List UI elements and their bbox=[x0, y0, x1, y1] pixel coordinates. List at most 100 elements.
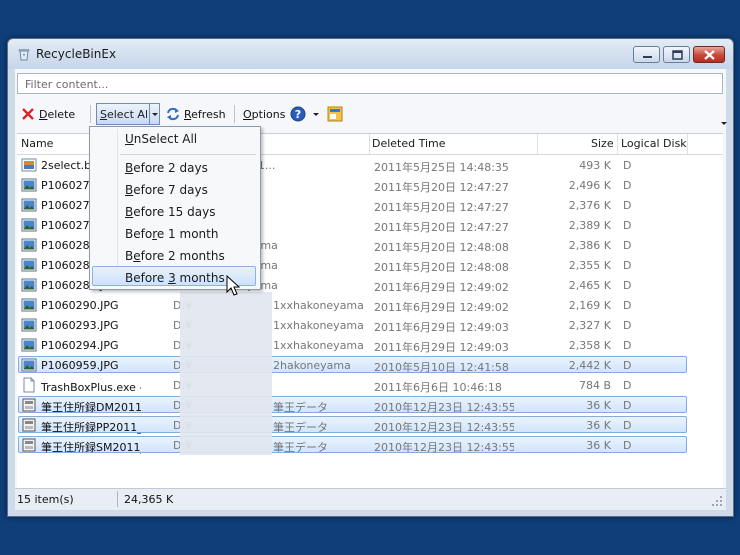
close-button[interactable] bbox=[693, 46, 725, 63]
cell-deleted-time: 2011年5月20日 12:48:08 bbox=[374, 241, 509, 254]
menu-item-before-1-month[interactable]: Before 1 month bbox=[125, 227, 218, 241]
address-book-file-icon bbox=[22, 438, 36, 452]
options-label: Options bbox=[243, 107, 286, 121]
minimize-button[interactable] bbox=[633, 46, 660, 63]
menu-item-before-15-days[interactable]: Before 15 days bbox=[125, 205, 215, 219]
cell-logical-disk: D bbox=[623, 299, 632, 312]
table-row[interactable]: TrashBoxPlus.exe - シ...D:¥2011年6月6日 10:4… bbox=[17, 375, 723, 395]
status-total-size: 24,365 K bbox=[124, 493, 174, 506]
address-book-file-icon bbox=[22, 398, 36, 412]
cell-logical-disk: D bbox=[623, 439, 632, 452]
address-book-file-icon bbox=[22, 418, 36, 432]
resize-grip-icon[interactable] bbox=[711, 495, 723, 507]
table-row[interactable]: P1060293.JPGD:¥1xxhakoneyama2011年6月29日 1… bbox=[17, 315, 723, 335]
mouse-cursor-icon bbox=[226, 275, 240, 296]
bitmap-file-icon bbox=[21, 158, 37, 172]
cell-size: 2,389 K bbox=[568, 219, 611, 232]
options-button[interactable]: Options bbox=[243, 103, 285, 125]
cell-deleted-time: 2011年5月20日 12:47:27 bbox=[374, 221, 509, 234]
table-row[interactable]: 筆王住所録DM2011_...D:¥筆王データ2010年12月23日 12:43… bbox=[17, 395, 723, 415]
cell-name: P1060293.JPG bbox=[41, 319, 119, 332]
maximize-button[interactable] bbox=[663, 46, 690, 63]
header-name[interactable]: Name bbox=[21, 137, 53, 150]
cell-size: 2,355 K bbox=[568, 259, 611, 272]
select-all-menu: UnSelect All Before 2 days Before 7 days… bbox=[89, 126, 261, 290]
maximize-icon bbox=[672, 50, 683, 60]
cell-logical-disk: D bbox=[623, 219, 632, 232]
cell-logical-disk: D bbox=[623, 259, 632, 272]
about-button[interactable] bbox=[327, 103, 347, 125]
cell-deleted-time: 2010年12月23日 12:43:55 bbox=[374, 401, 514, 414]
cell-size: 2,358 K bbox=[568, 339, 611, 352]
menu-item-before-2-days[interactable]: Before 2 days bbox=[125, 161, 208, 175]
toolbar: Delete Select All Refresh Options ? bbox=[15, 101, 727, 129]
cell-logical-disk: D bbox=[623, 419, 632, 432]
help-button[interactable]: ? bbox=[290, 103, 310, 125]
cell-deleted-time: 2010年12月23日 12:43:55 bbox=[374, 421, 514, 434]
cell-size: 784 B bbox=[578, 379, 611, 392]
title-bar[interactable]: RecycleBinEx bbox=[8, 39, 733, 69]
select-all-button[interactable]: Select All bbox=[96, 103, 160, 125]
header-separator[interactable] bbox=[687, 134, 688, 154]
cell-logical-disk: D bbox=[623, 159, 632, 172]
image-file-icon bbox=[21, 238, 37, 252]
cell-name: P1060290.JPG bbox=[41, 299, 119, 312]
cell-deleted-time: 2011年5月25日 14:48:35 bbox=[374, 161, 509, 174]
delete-button[interactable]: Delete bbox=[21, 103, 75, 125]
cell-name: 筆王住所録SM2011_... bbox=[41, 441, 141, 454]
cell-logical-disk: D bbox=[623, 379, 632, 392]
cell-deleted-time: 2010年12月23日 12:43:55 bbox=[374, 441, 514, 454]
table-row[interactable]: P1060290.JPGD:¥1xxhakoneyama2011年6月29日 1… bbox=[17, 295, 723, 315]
toolbar-separator bbox=[90, 105, 91, 123]
cell-logical-disk: D bbox=[623, 179, 632, 192]
refresh-icon bbox=[167, 107, 179, 121]
refresh-button[interactable]: Refresh bbox=[166, 103, 226, 125]
image-file-icon bbox=[21, 298, 37, 312]
cell-deleted-time: 2011年6月29日 12:49:02 bbox=[374, 281, 509, 294]
image-file-icon bbox=[21, 178, 37, 192]
image-file-icon bbox=[21, 278, 37, 292]
delete-x-icon bbox=[22, 108, 34, 120]
cell-name: P1060294.JPG bbox=[41, 339, 119, 352]
cell-logical-disk: D bbox=[623, 319, 632, 332]
cell-deleted-time: 2011年5月20日 12:47:27 bbox=[374, 181, 509, 194]
cell-logical-disk: D bbox=[623, 239, 632, 252]
close-icon bbox=[704, 50, 715, 60]
filter-box[interactable] bbox=[17, 73, 723, 94]
cell-logical-disk: D bbox=[623, 339, 632, 352]
table-row[interactable]: P1060959.JPGD:¥2hakoneyama2010年5月10日 12:… bbox=[17, 355, 723, 375]
header-separator[interactable] bbox=[617, 134, 618, 154]
image-file-icon bbox=[21, 338, 37, 352]
header-separator[interactable] bbox=[369, 134, 370, 154]
table-row[interactable]: P1060294.JPGD:¥1xxhakoneyama2011年6月29日 1… bbox=[17, 335, 723, 355]
menu-item-before-7-days[interactable]: Before 7 days bbox=[125, 183, 208, 197]
svg-text:?: ? bbox=[295, 108, 301, 121]
menu-item-before-2-months[interactable]: Before 2 months bbox=[125, 249, 225, 263]
header-logical-disk[interactable]: Logical Disk bbox=[621, 137, 687, 150]
help-dropdown[interactable] bbox=[312, 103, 324, 125]
cell-deleted-time: 2011年6月29日 12:49:03 bbox=[374, 321, 509, 334]
header-separator[interactable] bbox=[537, 134, 538, 154]
cell-size: 36 K bbox=[586, 399, 611, 412]
image-file-icon bbox=[21, 218, 37, 232]
table-row[interactable]: 筆王住所録PP2011_0...D:¥筆王データ2010年12月23日 12:4… bbox=[17, 415, 723, 435]
cell-name: P1060959.JPG bbox=[41, 359, 119, 372]
header-deleted-time[interactable]: Deleted Time bbox=[372, 137, 446, 150]
select-all-label: Select All bbox=[100, 108, 152, 121]
cell-logical-disk: D bbox=[623, 399, 632, 412]
menu-item-unselect-all[interactable]: UnSelect All bbox=[125, 132, 197, 146]
status-item-count: 15 item(s) bbox=[17, 493, 74, 506]
cell-size: 2,496 K bbox=[568, 179, 611, 192]
filter-input[interactable] bbox=[23, 76, 717, 93]
status-bar: 15 item(s) 24,365 K bbox=[15, 488, 726, 510]
menu-item-before-3-months[interactable]: Before 3 months bbox=[125, 271, 225, 285]
toolbar-overflow-icon[interactable] bbox=[721, 121, 727, 127]
cell-size: 2,465 K bbox=[568, 279, 611, 292]
toolbar-separator bbox=[234, 105, 235, 123]
table-row[interactable]: 筆王住所録SM2011_...D:¥筆王データ2010年12月23日 12:43… bbox=[17, 435, 723, 455]
header-size[interactable]: Size bbox=[591, 137, 614, 150]
cell-size: 2,376 K bbox=[568, 199, 611, 212]
cell-logical-disk: D bbox=[623, 279, 632, 292]
select-all-dropdown[interactable] bbox=[149, 104, 160, 124]
menu-gutter bbox=[117, 129, 118, 285]
